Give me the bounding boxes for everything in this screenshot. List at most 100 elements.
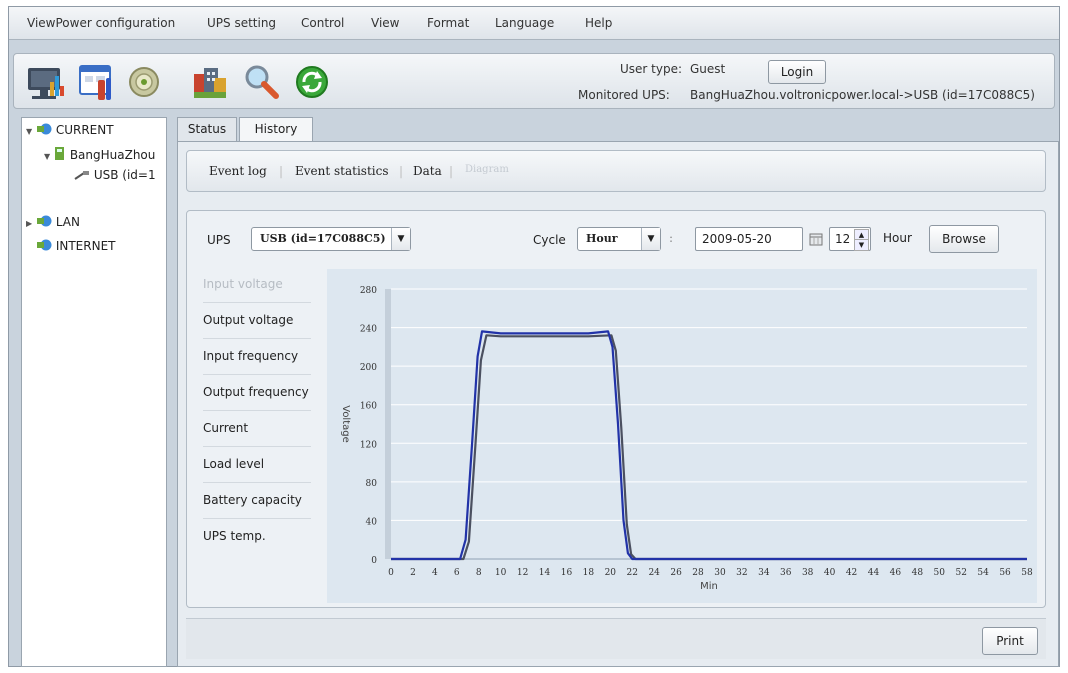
- param-ups-temp[interactable]: UPS temp.: [203, 519, 311, 554]
- y-tick-label: 120: [360, 440, 377, 450]
- subnav-divider: |: [279, 164, 284, 178]
- network-globe-icon: [37, 239, 52, 251]
- subnav-event-statistics[interactable]: Event statistics: [295, 164, 389, 178]
- menu-ups-setting[interactable]: UPS setting: [207, 16, 276, 30]
- subnav-data[interactable]: Data: [413, 164, 442, 178]
- x-tick-label: 0: [388, 568, 394, 578]
- voltage-chart: 040801201602002402800 2 4 6 8 10 12 14 16 18 20 22 2…: [340, 286, 1033, 592]
- y-tick-label: 160: [360, 402, 377, 412]
- tree-label-host: BangHuaZhou: [69, 148, 156, 162]
- colon-separator: :: [669, 231, 674, 245]
- y-tick-label: 80: [366, 479, 378, 489]
- power-disc-icon[interactable]: [124, 62, 164, 102]
- param-load-level[interactable]: Load level: [203, 447, 311, 483]
- app-window: ViewPower configuration UPS setting Cont…: [8, 6, 1060, 667]
- expand-arrow-icon[interactable]: ▼: [44, 152, 50, 161]
- monitor-chart-icon[interactable]: [26, 62, 66, 102]
- param-input-voltage[interactable]: Input voltage: [203, 267, 311, 303]
- tree-node-host[interactable]: ▼ BangHuaZhou: [44, 146, 155, 162]
- hour-label: Hour: [883, 231, 912, 245]
- x-tick-label: 54: [977, 568, 989, 578]
- x-tick-label: 30: [714, 568, 726, 578]
- tree-node-usb[interactable]: USB (id=1: [74, 168, 156, 182]
- refresh-icon[interactable]: [292, 62, 332, 102]
- monitored-ups-label: Monitored UPS:: [578, 88, 670, 102]
- tree-node-lan[interactable]: ▶ LAN: [26, 214, 80, 229]
- subnav-event-log[interactable]: Event log: [209, 164, 267, 178]
- cycle-select[interactable]: Hour ▼: [577, 227, 661, 251]
- x-tick-label: 58: [1021, 568, 1033, 578]
- y-tick-label: 200: [360, 363, 377, 373]
- subnav-diagram[interactable]: Diagram: [465, 164, 509, 175]
- browse-button[interactable]: Browse: [929, 225, 999, 253]
- settings-tools-icon[interactable]: [76, 62, 116, 102]
- param-current[interactable]: Current: [203, 411, 311, 447]
- chevron-down-icon[interactable]: ▼: [641, 228, 660, 250]
- x-tick-label: 10: [495, 568, 507, 578]
- series-line: [391, 330, 1027, 561]
- x-tick-label: 24: [648, 568, 660, 578]
- date-input[interactable]: 2009-05-20: [695, 227, 803, 251]
- x-tick-label: 6: [454, 568, 460, 578]
- subnav-divider: |: [449, 164, 454, 178]
- hour-value: 12: [835, 232, 851, 246]
- x-tick-label: 2: [410, 568, 416, 578]
- y-axis-band: [385, 289, 391, 559]
- user-type-label: User type:: [620, 62, 683, 76]
- x-tick-label: 40: [824, 568, 836, 578]
- tree-label-internet: INTERNET: [55, 239, 116, 253]
- param-input-frequency[interactable]: Input frequency: [203, 339, 311, 375]
- history-subnav: Event log | Event statistics | Data | Di…: [186, 150, 1046, 192]
- device-tree: ▼ CURRENT ▼ BangHuaZhou USB (id=1 ▶ LAN: [21, 117, 167, 667]
- expand-arrow-icon[interactable]: ▼: [26, 127, 32, 136]
- menu-viewpower-configuration[interactable]: ViewPower configuration: [27, 16, 175, 30]
- x-tick-label: 22: [627, 568, 638, 578]
- param-battery-capacity[interactable]: Battery capacity: [203, 483, 311, 519]
- chevron-down-icon[interactable]: ▼: [391, 228, 410, 250]
- x-tick-label: 20: [605, 568, 617, 578]
- menu-language[interactable]: Language: [495, 16, 554, 30]
- login-button[interactable]: Login: [768, 60, 826, 84]
- x-tick-label: 50: [934, 568, 946, 578]
- x-tick-label: 56: [999, 568, 1011, 578]
- chart-area: 0 40 80 120 160 200 240 280 0 2 4 6 8 10 12 14 16 18 20 22 2…: [327, 269, 1037, 603]
- hour-spinner[interactable]: 12 ▲ ▼: [829, 227, 871, 251]
- print-button[interactable]: Print: [982, 627, 1038, 655]
- cycle-label: Cycle: [533, 233, 566, 247]
- spin-down-icon[interactable]: ▼: [854, 239, 869, 251]
- tab-history[interactable]: History: [239, 117, 313, 141]
- x-tick-label: 34: [758, 568, 770, 578]
- x-tick-label: 4: [432, 568, 438, 578]
- ups-select-value: USB (id=17C088C5): [260, 232, 386, 245]
- cycle-select-value: Hour: [586, 232, 618, 245]
- computer-icon: [54, 147, 64, 160]
- tree-node-internet[interactable]: INTERNET: [36, 238, 115, 253]
- y-tick-label: 0: [371, 556, 377, 566]
- param-output-voltage[interactable]: Output voltage: [203, 303, 311, 339]
- history-content: Event log | Event statistics | Data | Di…: [177, 141, 1059, 667]
- menu-view[interactable]: View: [371, 16, 399, 30]
- calendar-icon[interactable]: [809, 232, 823, 246]
- y-axis-label: Voltage: [340, 405, 351, 443]
- x-axis-label: Min: [700, 581, 718, 592]
- network-globe-icon: [36, 215, 52, 227]
- usb-cable-icon: [74, 171, 89, 180]
- building-icon[interactable]: [190, 62, 230, 102]
- tab-status[interactable]: Status: [177, 117, 237, 141]
- x-tick-label: 36: [780, 568, 792, 578]
- x-tick-label: 32: [736, 568, 747, 578]
- ups-select[interactable]: USB (id=17C088C5) ▼: [251, 227, 411, 251]
- menu-help[interactable]: Help: [585, 16, 612, 30]
- magnifier-icon[interactable]: [242, 62, 282, 102]
- x-tick-label: 12: [517, 568, 528, 578]
- y-tick-label: 240: [360, 325, 377, 335]
- x-tick-label: 42: [846, 568, 857, 578]
- x-tick-label: 16: [561, 568, 573, 578]
- collapse-arrow-icon[interactable]: ▶: [26, 219, 32, 228]
- x-tick-label: 44: [868, 568, 880, 578]
- menu-control[interactable]: Control: [301, 16, 344, 30]
- tree-node-current[interactable]: ▼ CURRENT: [26, 122, 114, 137]
- x-tick-label: 38: [802, 568, 814, 578]
- param-output-frequency[interactable]: Output frequency: [203, 375, 311, 411]
- menu-format[interactable]: Format: [427, 16, 469, 30]
